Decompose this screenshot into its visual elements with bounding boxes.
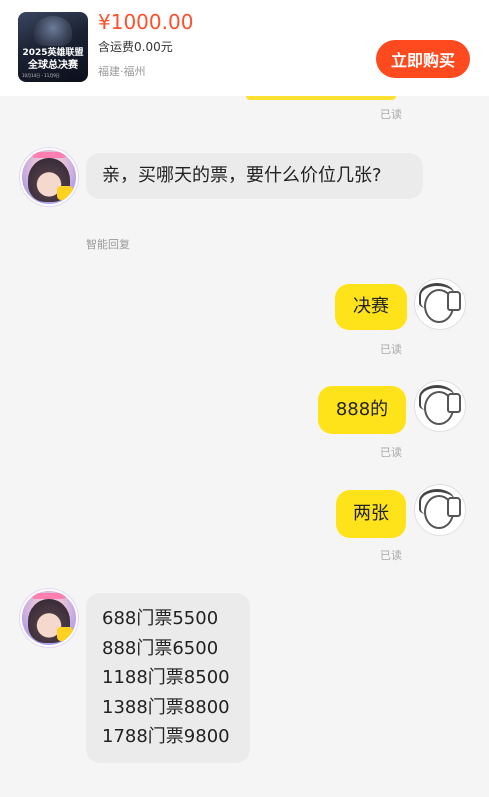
thumbnail-title-line1: 2025英雄联盟 (22, 48, 84, 58)
avatar-tag (32, 593, 66, 599)
read-receipt: 已读 (380, 108, 402, 121)
read-receipt: 已读 (380, 446, 402, 459)
product-price: ¥1000.00 (98, 10, 194, 34)
buyer-avatar[interactable] (414, 484, 466, 536)
previous-message-bubble-edge (246, 96, 396, 100)
buyer-avatar[interactable] (414, 278, 466, 330)
shipping-info: 含运费0.00元 (98, 40, 173, 54)
read-receipt: 已读 (380, 549, 402, 562)
buyer-message-tier: 888的 (318, 386, 406, 434)
thumbs-up-icon (447, 393, 461, 413)
seller-avatar[interactable] (20, 589, 78, 647)
avatar-badge (57, 627, 73, 641)
thumbs-up-icon (447, 497, 461, 517)
thumbnail-title-line2: 全球总决赛 (28, 60, 78, 71)
avatar-tag (32, 152, 66, 158)
price-list-item: 1188门票8500 (102, 667, 230, 688)
buyer-message-quantity: 两张 (336, 490, 406, 538)
poster-figure (34, 16, 72, 46)
price-list-item: 688门票5500 (102, 608, 219, 629)
avatar-badge (57, 186, 73, 200)
product-header: 2025英雄联盟 全球总决赛 10月14日 - 11月9日 ¥1000.00 含… (0, 0, 489, 96)
buy-now-button[interactable]: 立即购买 (376, 40, 470, 78)
smart-reply-label: 智能回复 (86, 238, 130, 251)
buyer-message-final: 决赛 (335, 284, 407, 330)
thumbnail-dates: 10月14日 - 11月9日 (22, 73, 60, 78)
price-list-item: 888门票6500 (102, 637, 219, 659)
seller-location: 福建·福州 (98, 65, 146, 78)
buyer-avatar[interactable] (414, 380, 466, 432)
price-list-item: 1788门票9800 (102, 726, 230, 747)
read-receipt: 已读 (380, 343, 402, 356)
seller-question-bubble: 亲，买哪天的票，要什么价位几张? (86, 153, 423, 199)
thumbs-up-icon (447, 291, 461, 311)
price-list-item: 1388门票8800 (102, 696, 230, 718)
seller-price-list-bubble: 688门票5500 888门票6500 1188门票8500 1388门票880… (86, 593, 250, 763)
product-thumbnail[interactable]: 2025英雄联盟 全球总决赛 10月14日 - 11月9日 (18, 12, 88, 82)
seller-avatar[interactable] (20, 148, 78, 206)
